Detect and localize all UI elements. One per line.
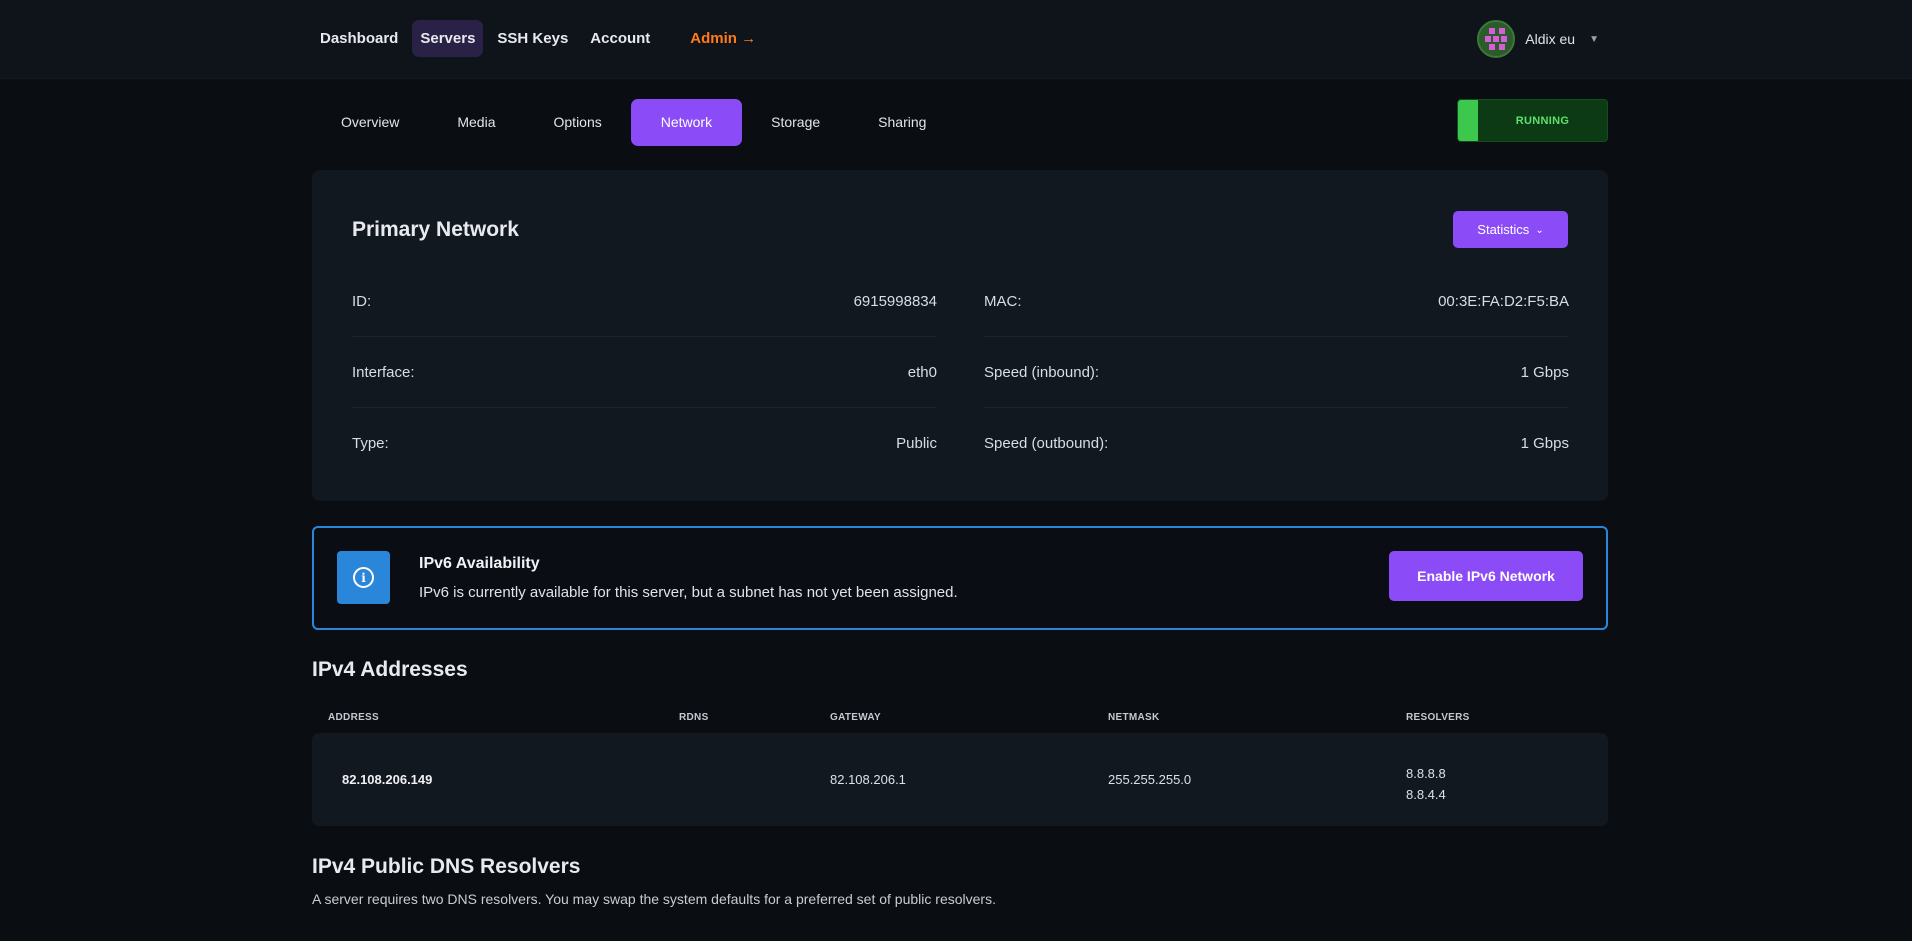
detail-row-id: ID: 6915998834 (352, 266, 937, 337)
user-name: Aldix eu (1525, 31, 1576, 47)
nav-servers[interactable]: Servers (412, 20, 484, 57)
table-row[interactable]: 82.108.206.149 82.108.206.1 255.255.255.… (312, 733, 1608, 826)
tab-media[interactable]: Media (428, 99, 524, 146)
avatar (1477, 20, 1516, 58)
detail-row-interface: Interface: eth0 (352, 337, 937, 408)
tab-storage[interactable]: Storage (742, 99, 849, 146)
network-details-left: ID: 6915998834 Interface: eth0 Type: Pub… (352, 266, 937, 479)
column-header-rdns: RDNS (679, 712, 709, 723)
column-header-resolvers: RESOLVERS (1406, 712, 1470, 723)
status-indicator (1458, 100, 1478, 141)
ipv6-alert: i IPv6 Availability IPv6 is currently av… (312, 526, 1608, 630)
enable-ipv6-button[interactable]: Enable IPv6 Network (1389, 551, 1583, 601)
detail-label: Speed (inbound): (984, 363, 1100, 381)
nav-ssh-keys[interactable]: SSH Keys (489, 20, 576, 57)
dns-section-description: A server requires two DNS resolvers. You… (312, 891, 996, 907)
top-navbar: Dashboard Servers SSH Keys Account Admin… (0, 0, 1912, 79)
primary-network-card: Primary Network Statistics ⌄ ID: 6915998… (312, 170, 1608, 501)
ipv6-alert-text: IPv6 is currently available for this ser… (419, 584, 958, 601)
detail-value: 00:3E:FA:D2:F5:BA (1438, 292, 1569, 310)
detail-label: ID: (352, 292, 372, 310)
detail-label: MAC: (984, 292, 1022, 310)
main-nav: Dashboard Servers SSH Keys Account Admin… (312, 20, 764, 57)
detail-label: Interface: (352, 363, 415, 381)
network-details-right: MAC: 00:3E:FA:D2:F5:BA Speed (inbound): … (984, 266, 1569, 479)
statistics-button[interactable]: Statistics ⌄ (1453, 211, 1568, 248)
resolver-secondary: 8.8.4.4 (1406, 787, 1446, 802)
column-header-gateway: GATEWAY (830, 712, 881, 723)
detail-row-mac: MAC: 00:3E:FA:D2:F5:BA (984, 266, 1569, 337)
tab-options[interactable]: Options (525, 99, 631, 146)
resolvers-list: 8.8.8.8 8.8.4.4 (1406, 763, 1446, 805)
gateway-value: 82.108.206.1 (830, 772, 906, 787)
detail-row-speed-outbound: Speed (outbound): 1 Gbps (984, 408, 1569, 479)
caret-down-icon: ▼ (1589, 33, 1599, 45)
info-icon: i (337, 551, 390, 604)
detail-value: 1 Gbps (1520, 435, 1569, 452)
tab-overview[interactable]: Overview (312, 99, 428, 146)
resolver-primary: 8.8.8.8 (1406, 766, 1446, 781)
column-header-netmask: NETMASK (1108, 712, 1160, 723)
detail-value: eth0 (907, 363, 937, 381)
tab-network[interactable]: Network (630, 99, 743, 146)
status-label: RUNNING (1515, 114, 1570, 127)
detail-value: 6915998834 (853, 292, 937, 310)
status-badge: RUNNING (1457, 99, 1608, 142)
ip-address: 82.108.206.149 (342, 772, 433, 787)
chevron-down-icon: ⌄ (1535, 224, 1544, 236)
detail-label: Type: (352, 435, 389, 452)
column-header-address: ADDRESS (328, 712, 379, 723)
tab-sharing[interactable]: Sharing (849, 99, 955, 146)
detail-row-type: Type: Public (352, 408, 937, 479)
nav-account[interactable]: Account (582, 20, 658, 57)
nav-admin[interactable]: Admin → (682, 20, 764, 57)
detail-label: Speed (outbound): (984, 435, 1109, 452)
user-menu[interactable]: Aldix eu ▼ (1477, 20, 1599, 58)
primary-network-title: Primary Network (352, 218, 519, 241)
detail-value: 1 Gbps (1520, 363, 1569, 381)
ipv6-alert-title: IPv6 Availability (419, 555, 540, 572)
ipv4-section-title: IPv4 Addresses (312, 658, 468, 681)
server-tabs: Overview Media Options Network Storage S… (312, 99, 955, 146)
netmask-value: 255.255.255.0 (1108, 772, 1192, 787)
detail-row-speed-inbound: Speed (inbound): 1 Gbps (984, 337, 1569, 408)
dns-section-title: IPv4 Public DNS Resolvers (312, 855, 581, 878)
nav-dashboard[interactable]: Dashboard (312, 20, 406, 57)
statistics-label: Statistics (1477, 222, 1530, 237)
detail-value: Public (896, 435, 937, 452)
